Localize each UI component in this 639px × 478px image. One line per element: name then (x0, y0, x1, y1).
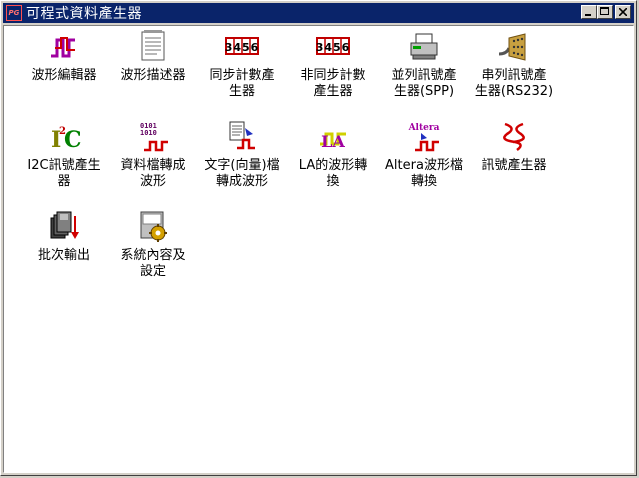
main-window: PG 可程式資料產生器 波形編輯器 波形描述器 3456 同步計數產 生器 34… (0, 0, 637, 476)
maximize-button[interactable] (597, 5, 613, 19)
close-button[interactable] (615, 5, 631, 19)
item-label: LA的波形轉 換 (298, 158, 368, 189)
waveform-editor-item[interactable]: 波形編輯器 (20, 30, 108, 84)
system-settings-icon (136, 210, 170, 244)
item-label: 波形編輯器 (31, 68, 97, 83)
title-bar[interactable]: PG 可程式資料產生器 (3, 3, 634, 23)
sync-counter-item[interactable]: 3456 同步計數產 生器 (198, 30, 286, 100)
item-label: 系統內容及 設定 (120, 248, 186, 279)
signal-generator-icon (497, 120, 531, 154)
i2c-signal-item[interactable]: I 2 C I2C訊號產生 器 (20, 120, 108, 190)
svg-text:Altera: Altera (408, 123, 440, 133)
item-label: 並列訊號產 生器(SPP) (391, 68, 457, 99)
item-label: 波形描述器 (120, 68, 186, 83)
item-label: 訊號產生器 (481, 158, 547, 173)
sync-counter-icon: 3456 (225, 30, 259, 64)
serial-signal-item[interactable]: 串列訊號產 生器(RS232) (470, 30, 558, 100)
la-convert-item[interactable]: LA LA的波形轉 換 (289, 120, 377, 190)
item-label: 資料檔轉成 波形 (120, 158, 186, 189)
svg-text:C: C (64, 127, 81, 153)
item-label: 非同步計數 產生器 (300, 68, 366, 99)
waveform-describer-icon (136, 30, 170, 64)
item-label: 批次輸出 (37, 248, 90, 263)
altera-convert-item[interactable]: Altera Altera波形檔 轉換 (380, 120, 468, 190)
async-counter-item[interactable]: 3456 非同步計數 產生器 (289, 30, 377, 100)
waveform-describer-item[interactable]: 波形描述器 (109, 30, 197, 84)
waveform-editor-icon (47, 30, 81, 64)
svg-text:1010: 1010 (140, 129, 157, 137)
datafile-to-wave-icon: 0101 1010 (136, 120, 170, 154)
minimize-button[interactable] (581, 5, 597, 19)
svg-text:LA: LA (321, 132, 345, 151)
signal-generator-item[interactable]: 訊號產生器 (470, 120, 558, 174)
textfile-to-wave-icon (225, 120, 259, 154)
item-label: I2C訊號產生 器 (27, 158, 101, 189)
item-label: 同步計數產 生器 (209, 68, 275, 99)
textfile-to-wave-item[interactable]: 文字(向量)檔 轉成波形 (198, 120, 286, 190)
app-logo-icon[interactable]: PG (6, 5, 22, 21)
i2c-icon: I 2 C (47, 120, 81, 154)
item-label: 串列訊號產 生器(RS232) (474, 68, 554, 99)
la-convert-icon: LA (316, 120, 350, 154)
batch-output-icon (47, 210, 81, 244)
parallel-signal-item[interactable]: 並列訊號產 生器(SPP) (380, 30, 468, 100)
svg-text:3456: 3456 (225, 41, 259, 54)
svg-text:3456: 3456 (316, 41, 350, 54)
altera-convert-icon: Altera (407, 120, 441, 154)
item-label: 文字(向量)檔 轉成波形 (204, 158, 280, 189)
parallel-printer-icon (407, 30, 441, 64)
item-label: Altera波形檔 轉換 (385, 158, 463, 189)
desktop-area: 波形編輯器 波形描述器 3456 同步計數產 生器 3456 非同步計數 產生器… (3, 25, 634, 473)
serial-connector-icon (497, 30, 531, 64)
window-title: 可程式資料產生器 (26, 6, 142, 22)
datafile-to-wave-item[interactable]: 0101 1010 資料檔轉成 波形 (109, 120, 197, 190)
async-counter-icon: 3456 (316, 30, 350, 64)
system-settings-item[interactable]: 系統內容及 設定 (109, 210, 197, 280)
caption-buttons (581, 5, 631, 19)
batch-output-item[interactable]: 批次輸出 (20, 210, 108, 264)
